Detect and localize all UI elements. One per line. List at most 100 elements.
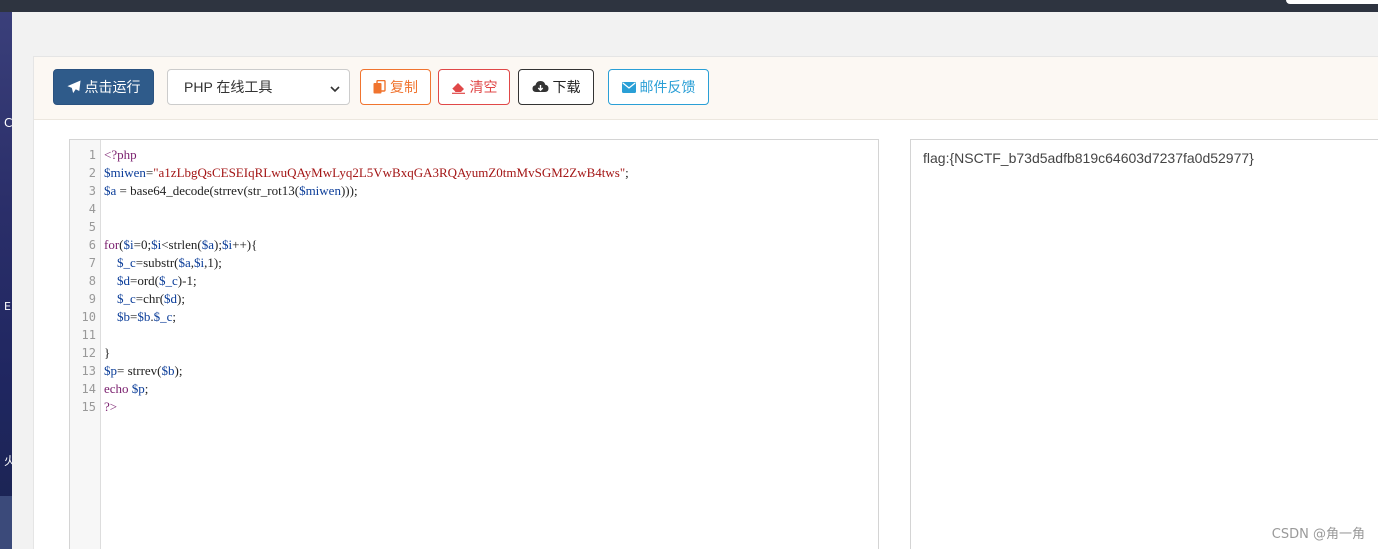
code-token: =substr( bbox=[135, 255, 179, 270]
eraser-icon bbox=[451, 81, 466, 94]
line-number: 10 bbox=[81, 310, 96, 324]
code-token: =chr( bbox=[135, 291, 165, 306]
desktop-background-strip: C E 火 bbox=[0, 12, 12, 549]
code-token: for bbox=[104, 237, 120, 252]
code-token: $_c bbox=[117, 291, 136, 306]
code-token: =0; bbox=[133, 237, 152, 252]
code-line: $miwen="a1zLbgQsCESEIqRLwuQAyMwLyq2L5VwB… bbox=[104, 164, 629, 182]
code-token: ); bbox=[174, 363, 183, 378]
code-token: $i bbox=[151, 237, 162, 252]
line-number: 14 bbox=[81, 382, 96, 396]
toolbar: 点击运行 PHP 在线工具 复制 清空 下载 邮件反馈 bbox=[34, 57, 1378, 120]
line-number: 8 bbox=[88, 274, 96, 288]
code-line: $_c=substr($a,$i,1); bbox=[104, 254, 222, 272]
run-button[interactable]: 点击运行 bbox=[53, 69, 154, 105]
code-line: $d=ord($_c)-1; bbox=[104, 272, 197, 290]
top-search-input[interactable] bbox=[1286, 0, 1378, 4]
desktop-fragment: 火 bbox=[4, 454, 12, 468]
code-token: $i bbox=[222, 237, 233, 252]
line-number: 9 bbox=[88, 292, 96, 306]
csdn-watermark: CSDN @角一角 bbox=[1271, 527, 1365, 542]
code-token: $a bbox=[178, 255, 191, 270]
line-number-gutter: 1 2 3 4 5 6 7 8 9 10 11 12 13 14 15 bbox=[70, 140, 101, 549]
code-line: <?php bbox=[104, 146, 137, 164]
code-token: ?> bbox=[104, 399, 118, 414]
code-line: $_c=chr($d); bbox=[104, 290, 185, 308]
code-token: $p bbox=[104, 363, 117, 378]
run-button-label: 点击运行 bbox=[84, 79, 141, 95]
code-line: $b=$b.$_c; bbox=[104, 308, 176, 326]
code-token: $p bbox=[131, 381, 145, 396]
code-line: $a = base64_decode(strrev(str_rot13($miw… bbox=[104, 182, 358, 200]
top-bar bbox=[0, 0, 1378, 12]
line-number: 7 bbox=[88, 256, 96, 270]
code-line: $p= strrev($b); bbox=[104, 362, 182, 380]
code-line: ?> bbox=[104, 398, 117, 416]
line-number: 2 bbox=[88, 166, 96, 180]
desktop-fragment: C bbox=[4, 116, 12, 130]
download-button-label: 下载 bbox=[552, 79, 581, 95]
code-token: $a bbox=[104, 183, 117, 198]
code-token: $b bbox=[117, 309, 130, 324]
code-token: ))); bbox=[340, 183, 358, 198]
desktop-fragment: E bbox=[4, 300, 11, 313]
code-token: ++){ bbox=[232, 237, 258, 252]
desktop-taskbar-fragment bbox=[0, 496, 12, 549]
code-token: ; bbox=[625, 165, 629, 180]
download-button[interactable]: 下载 bbox=[518, 69, 594, 105]
code-token: ); bbox=[177, 291, 185, 306]
copy-button[interactable]: 复制 bbox=[360, 69, 431, 105]
tool-select-value: PHP 在线工具 bbox=[184, 79, 273, 95]
cloud-download-icon bbox=[532, 80, 549, 94]
code-token: $i bbox=[194, 255, 205, 270]
clear-button[interactable]: 清空 bbox=[438, 69, 510, 105]
code-token: <?php bbox=[104, 147, 137, 162]
email-feedback-button[interactable]: 邮件反馈 bbox=[608, 69, 709, 105]
line-number: 4 bbox=[88, 202, 96, 216]
code-token: echo bbox=[104, 381, 132, 396]
code-line: } bbox=[104, 344, 110, 362]
line-number: 5 bbox=[88, 220, 96, 234]
code-line: echo $p; bbox=[104, 380, 148, 398]
code-token: $_c bbox=[159, 273, 178, 288]
tool-select[interactable]: PHP 在线工具 bbox=[167, 69, 350, 105]
code-token: ; bbox=[172, 309, 176, 324]
code-editor[interactable]: 1 2 3 4 5 6 7 8 9 10 11 12 13 14 15 <?php $miwen="a1zLb… bbox=[69, 139, 879, 549]
code-token: $_c bbox=[117, 255, 136, 270]
code-token: $d bbox=[164, 291, 178, 306]
code-line: for($i=0;$i<strlen($a);$i++){ bbox=[104, 236, 257, 254]
output-panel: flag:{NSCTF_b73d5adfb819c64603d7237fa0d5… bbox=[910, 139, 1378, 549]
code-token: $a bbox=[201, 237, 215, 252]
line-number: 13 bbox=[81, 364, 96, 378]
output-text: flag:{NSCTF_b73d5adfb819c64603d7237fa0d5… bbox=[923, 150, 1254, 166]
code-token: ,1); bbox=[204, 255, 222, 270]
line-number: 12 bbox=[81, 346, 96, 360]
line-number: 3 bbox=[88, 184, 96, 198]
paper-plane-icon bbox=[66, 80, 81, 94]
line-number: 15 bbox=[81, 400, 96, 414]
line-number: 1 bbox=[88, 148, 96, 162]
code-token: )-1; bbox=[177, 273, 197, 288]
code-token: = base64_decode(strrev(str_rot13( bbox=[116, 183, 300, 198]
line-number: 6 bbox=[88, 238, 96, 252]
copy-button-label: 复制 bbox=[390, 79, 418, 95]
code-token: <strlen( bbox=[161, 237, 202, 252]
code-token: $miwen bbox=[299, 183, 341, 198]
code-token: $d bbox=[117, 273, 130, 288]
php-tool-panel: 点击运行 PHP 在线工具 复制 清空 下载 邮件反馈 1 2 3 4 5 6 … bbox=[33, 56, 1378, 549]
copy-icon bbox=[373, 80, 386, 94]
line-number: 11 bbox=[81, 328, 96, 342]
code-token: $b bbox=[161, 363, 175, 378]
code-token: "a1zLbgQsCESEIqRLwuQAyMwLyq2L5VwBxqGA3RQ… bbox=[153, 165, 626, 180]
code-token: } bbox=[104, 345, 111, 360]
code-token: $b bbox=[137, 309, 151, 324]
code-token: $_c bbox=[153, 309, 173, 324]
email-feedback-button-label: 邮件反馈 bbox=[639, 79, 696, 95]
code-token: =ord( bbox=[130, 273, 159, 288]
code-token: $i bbox=[123, 237, 134, 252]
code-token: = strrev( bbox=[117, 363, 162, 378]
